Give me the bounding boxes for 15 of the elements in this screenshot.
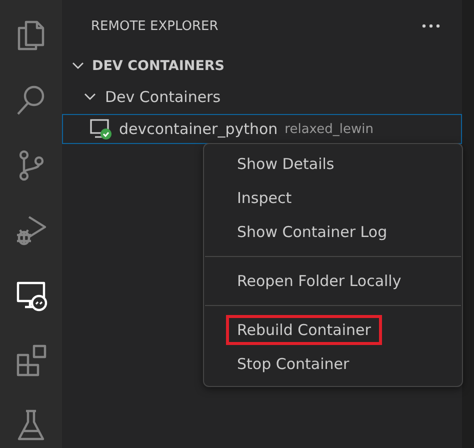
menu-item[interactable]: Stop Container [204, 347, 462, 381]
menu-item[interactable]: Show Details [204, 147, 462, 181]
run-debug-icon[interactable] [14, 213, 48, 247]
menu-item[interactable]: Show Container Log [204, 215, 462, 249]
tree-item[interactable]: Dev Containers [62, 80, 462, 114]
container-name: devcontainer_python [119, 120, 278, 138]
container-detail: relaxed_lewin [284, 122, 374, 136]
chevron-icon[interactable] [72, 62, 84, 70]
more-actions-icon[interactable] [422, 24, 440, 28]
menu-item[interactable]: Reopen Folder Locally [204, 264, 462, 298]
panel-title: REMOTE EXPLORER [91, 18, 218, 34]
menu-item[interactable]: Inspect [204, 181, 462, 215]
section-header[interactable]: DEV CONTAINERS [62, 52, 462, 80]
extensions-icon[interactable] [14, 343, 48, 377]
chevron-icon[interactable] [84, 93, 96, 101]
